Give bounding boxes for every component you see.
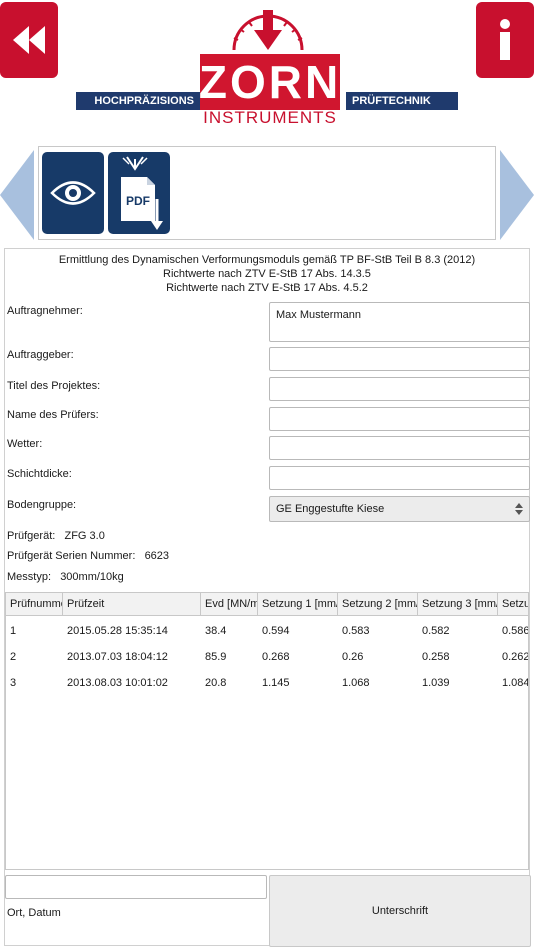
table-cell: 2013.07.03 18:04:12 [67,651,168,663]
table-cell: 1.145 [262,677,290,689]
schicht-label: Schichtdicke: [7,468,72,480]
rewind-icon [13,26,45,54]
pdf-label: PDF [126,194,150,208]
table-cell: 0.268 [262,651,290,663]
serien-info: Prüfgerät Serien Nummer: 6623 [7,550,169,562]
table-header: Prüfnummer Prüfzeit Evd [MN/m²] Setzung … [6,593,528,616]
auftraggeber-label: Auftraggeber: [7,349,74,361]
messtyp-label: Messtyp: [7,571,52,583]
gauge-arrow-icon [232,10,304,51]
serien-label: Prüfgerät Serien Nummer: [7,550,136,562]
ort-datum-field[interactable] [5,875,267,899]
zorn-logo: HOCHPRÄZISIONS ZORN PRÜFTECHNIK INSTRUME… [76,10,458,127]
report-panel: Ermittlung des Dynamischen Verformungsmo… [4,248,531,947]
table-cell: 38.4 [205,625,227,637]
table-cell: 1.039 [422,677,450,689]
table-cell: 0.262 [502,651,529,663]
header-line-2: Richtwerte nach ZTV E-StB 17 Abs. 14.3.5 [163,268,371,280]
nav-left-arrow-icon[interactable] [0,150,34,240]
info-icon [500,19,510,60]
wetter-label: Wetter: [7,438,43,450]
table-row[interactable]: 2 2013.07.03 18:04:12 85.9 0.268 0.26 0.… [6,644,529,670]
eye-icon [50,181,96,205]
logo-right-bar: PRÜFTECHNIK [346,92,458,110]
logo-subtitle: INSTRUMENTS [203,108,337,127]
schicht-field[interactable] [269,466,530,490]
column-header[interactable]: Setzung 3 [mm/s] [418,593,498,616]
table-cell: 1 [10,625,17,637]
logo-brand: ZORN [198,54,342,110]
titel-field[interactable] [269,377,530,401]
report-header: Ermittlung des Dynamischen Verformungsmo… [5,253,529,295]
column-header[interactable]: Prüfzeit [63,593,201,616]
header-line-1: Ermittlung des Dynamischen Verformungsmo… [58,254,476,266]
table-row[interactable]: 3 2013.08.03 10:01:02 20.8 1.145 1.068 1… [6,670,529,696]
table-cell: 1.068 [342,677,370,689]
select-arrows-icon [515,503,523,515]
header-line-3: Richtwerte nach ZTV E-StB 17 Abs. 4.5.2 [166,282,368,294]
view-button[interactable] [42,152,104,234]
pruefgeraet-value: ZFG 3.0 [64,530,105,542]
bodengruppe-label: Bodengruppe: [7,499,77,511]
table-cell: 0.594 [262,625,290,637]
bodengruppe-value: GE Enggestufte Kiese [276,503,385,515]
table-cell: 20.8 [205,677,227,689]
serien-value: 6623 [144,550,170,562]
titel-label: Titel des Projektes: [7,380,101,392]
auftraggeber-field[interactable] [269,347,530,371]
toolbar: PDF [38,146,496,240]
table-row[interactable]: 1 2015.05.28 15:35:14 38.4 0.594 0.583 0… [6,618,529,644]
table-cell: 2015.05.28 15:35:14 [67,625,168,637]
messtyp-value: 300mm/10kg [60,571,124,583]
pdf-download-icon: PDF [121,156,163,230]
auftragnehmer-label: Auftragnehmer: [7,305,83,317]
table-cell: 2013.08.03 10:01:02 [67,677,168,689]
column-header[interactable]: Prüfnummer [6,593,63,616]
table-cell: 3 [10,677,17,689]
column-header[interactable]: Setzung 1 [mm/s] [258,593,338,616]
ort-datum-label: Ort, Datum [7,907,61,919]
info-button[interactable] [476,2,534,78]
logo-left-bar: HOCHPRÄZISIONS [76,92,200,110]
table-cell: 0.26 [342,651,364,663]
wetter-field[interactable] [269,436,530,460]
messtyp-info: Messtyp: 300mm/10kg [7,571,124,583]
pdf-export-button[interactable]: PDF [108,152,170,234]
pruefgeraet-info: Prüfgerät: ZFG 3.0 [7,530,105,542]
table-cell: 1.084 [502,677,529,689]
pruefgeraet-label: Prüfgerät: [7,530,56,542]
table-cell: 0.582 [422,625,450,637]
bodengruppe-select[interactable]: GE Enggestufte Kiese [269,496,530,522]
nav-right-arrow-icon[interactable] [500,150,534,240]
column-header[interactable]: Setzung 2 [mm/s] [338,593,418,616]
pruefer-label: Name des Prüfers: [7,409,99,421]
back-button[interactable] [0,2,58,78]
results-table[interactable]: Prüfnummer Prüfzeit Evd [MN/m²] Setzung … [5,592,529,870]
signature-button[interactable]: Unterschrift [269,875,531,947]
table-cell: 0.258 [422,651,450,663]
table-cell: 0.586 [502,625,529,637]
table-cell: 85.9 [205,651,227,663]
column-header[interactable]: Setzur [498,593,528,616]
auftragnehmer-field[interactable]: Max Mustermann [269,302,530,342]
pruefer-field[interactable] [269,407,530,431]
table-cell: 2 [10,651,17,663]
column-header[interactable]: Evd [MN/m²] [201,593,258,616]
table-cell: 0.583 [342,625,370,637]
